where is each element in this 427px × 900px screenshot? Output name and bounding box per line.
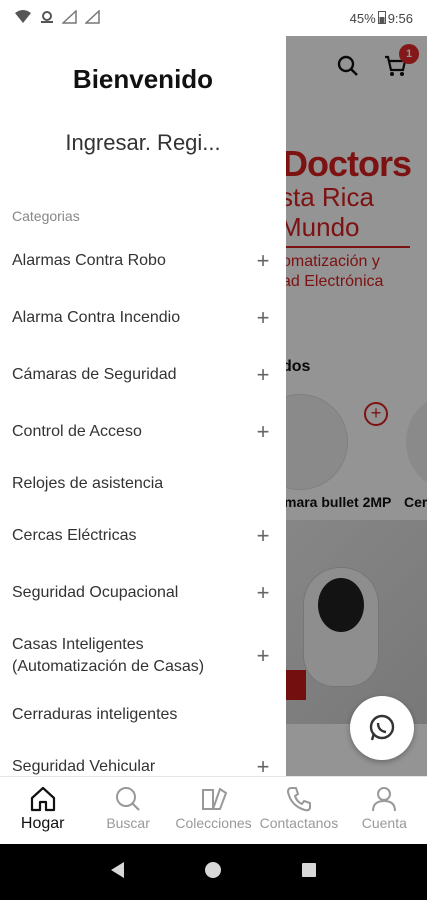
nav-label: Contactanos (259, 815, 339, 831)
category-label: Cerraduras inteligentes (12, 705, 178, 723)
wifi-icon (14, 9, 32, 27)
expand-icon[interactable]: + (254, 249, 272, 271)
home-icon (30, 786, 55, 812)
category-label: Cercas Eléctricas (12, 526, 137, 544)
system-navigation-bar (0, 844, 427, 900)
recents-icon (302, 862, 317, 877)
collections-icon (201, 787, 227, 810)
expand-icon[interactable]: + (254, 420, 272, 442)
clock: 9:56 (387, 10, 413, 26)
home-circle-icon (205, 861, 222, 878)
nav-label: Buscar (106, 815, 150, 831)
category-label: Relojes de asistencia (12, 474, 164, 492)
expand-icon[interactable]: + (254, 755, 272, 776)
category-label: Alarmas Contra Robo (12, 251, 166, 269)
whatsapp-button[interactable] (350, 696, 414, 760)
category-item[interactable]: Seguridad Vehicular + (0, 738, 286, 776)
nav-collections[interactable]: Colecciones (171, 777, 256, 844)
phone-icon (286, 787, 311, 812)
category-label: Casas Inteligentes (Automatización de Ca… (12, 636, 205, 675)
category-item[interactable]: Seguridad Ocupacional + (0, 564, 286, 621)
expand-icon[interactable]: + (254, 306, 272, 328)
nav-label: Hogar (20, 815, 65, 832)
category-label: Seguridad Ocupacional (12, 583, 179, 601)
category-label: Control de Acceso (12, 422, 142, 440)
account-icon (372, 787, 397, 812)
search-icon (116, 787, 140, 811)
category-label: Alarma Contra Incendio (12, 308, 181, 326)
drawer-welcome: Bienvenido (72, 64, 214, 94)
battery-percent: 45% (349, 10, 376, 26)
expand-icon[interactable]: + (254, 645, 272, 667)
category-item[interactable]: Alarmas Contra Robo + (0, 232, 286, 289)
signal-icon (84, 8, 101, 27)
battery-icon (377, 10, 386, 27)
category-list: Alarmas Contra Robo + Alarma Contra Ince… (0, 232, 286, 776)
nav-search[interactable]: Buscar (85, 777, 170, 844)
login-register-link[interactable]: Ingresar. Regi... (0, 130, 286, 156)
nav-account[interactable]: Cuenta (342, 777, 427, 844)
nav-contact[interactable]: Contactanos (256, 777, 341, 844)
back-icon (110, 861, 124, 878)
bottom-navigation: Hogar Buscar Colecciones Contactanos Cue… (0, 776, 427, 844)
nav-home[interactable]: Hogar (0, 777, 85, 844)
nav-label: Colecciones (175, 815, 252, 831)
category-label: Seguridad Vehicular (12, 757, 156, 775)
expand-icon[interactable]: + (254, 363, 272, 385)
nav-label: Cuenta (361, 815, 407, 831)
recents-button[interactable] (299, 860, 319, 885)
category-item[interactable]: Alarma Contra Incendio + (0, 289, 286, 346)
category-label: Cámaras de Seguridad (12, 365, 177, 383)
navigation-drawer: Bienvenido Ingresar. Regi... Categorias … (0, 36, 286, 776)
category-item[interactable]: Relojes de asistencia (0, 460, 286, 507)
signal-icon (61, 8, 78, 27)
categories-title: Categorias (12, 208, 80, 224)
home-button[interactable] (203, 860, 223, 885)
category-item[interactable]: Casas Inteligentes (Automatización de Ca… (0, 621, 286, 691)
scrim[interactable] (286, 36, 427, 776)
category-item[interactable]: Cámaras de Seguridad + (0, 346, 286, 403)
notification-icon (39, 10, 55, 27)
back-button[interactable] (108, 860, 128, 885)
whatsapp-icon (369, 714, 395, 741)
category-item[interactable]: Control de Acceso + (0, 403, 286, 460)
expand-icon[interactable]: + (254, 581, 272, 603)
background-app: 1 Doctors sta Rica Mundo omatización y a… (286, 36, 427, 776)
category-item[interactable]: Cerraduras inteligentes (0, 691, 286, 738)
expand-icon[interactable]: + (254, 524, 272, 546)
category-item[interactable]: Cercas Eléctricas + (0, 507, 286, 564)
status-bar: 45% 9:56 (0, 0, 427, 36)
